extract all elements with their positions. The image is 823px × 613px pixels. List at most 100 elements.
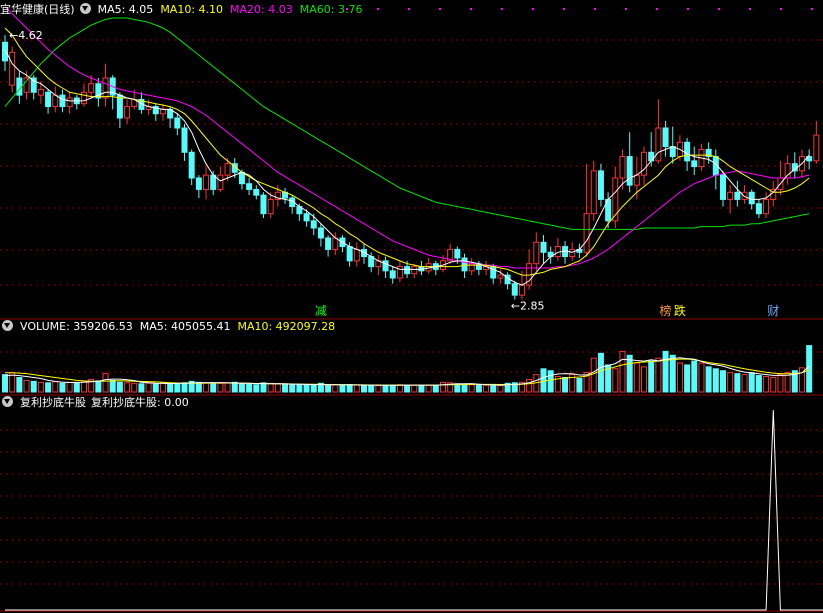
candle-body [238,171,245,185]
ma20-value: MA20: 4.03 [230,3,293,16]
candle-body [325,237,332,250]
marker-dot [594,8,596,10]
event-label-text: 榜 [660,303,672,318]
volume-bar [712,368,719,393]
volume-bar [404,384,411,393]
volume-bar [145,382,152,393]
volume-bar [16,377,23,393]
marker-dot [408,8,410,10]
volume-bar [131,382,138,393]
candlestick [432,260,439,276]
marker-dot [718,8,720,10]
ma10-value: MA10: 4.10 [160,3,224,16]
volume-ma10-value: MA10: 492097.28 [237,320,336,333]
indicator-pane[interactable] [5,409,823,611]
candlestick [52,86,59,113]
volume-bar [332,384,339,393]
candle-body [310,220,317,229]
volume-bar [181,382,188,393]
volume-bar [246,383,253,393]
volume-bar [389,384,396,393]
volume-bar [361,384,367,393]
candlestick [9,46,16,93]
candle-body [246,183,253,190]
candle-body [684,141,691,162]
indicator-header: 复利抄底牛股 复利抄底牛股: 0.00 [0,395,196,411]
marker-dot [749,8,751,10]
candle-body [569,248,576,258]
chevron-down-icon[interactable] [2,320,13,331]
ma5-line [4,49,810,286]
candlestick [282,188,289,204]
volume-bar [727,372,734,393]
candlestick [813,120,820,164]
candle-body [389,270,396,279]
candlestick [576,243,583,258]
volume-bar [439,381,446,393]
candle-body [260,194,267,215]
candlestick [382,256,389,278]
volume-bar [2,374,8,393]
stock-title: 宜华健康(日线) [0,3,75,16]
candle-body [619,156,626,179]
candle-body [497,274,504,279]
candle-body [303,213,310,222]
volume-bar [353,384,360,393]
candlestick [66,92,73,114]
candle-body [267,198,274,215]
volume-bar [116,381,123,393]
volume-bar [282,383,289,393]
price-pane[interactable]: ←4.62 ←2.85 减 榜跌 财 [2,6,820,318]
volume-bar [526,378,533,393]
ma60-line [4,17,810,230]
stock-chart-canvas[interactable]: ←4.62 ←2.85 减 榜跌 财 [0,0,823,613]
volume-bar [411,384,418,393]
candlestick [526,249,533,290]
volume-bar [167,383,174,393]
candle-body [763,198,770,215]
volume-bar [23,379,30,393]
volume-bar [748,372,755,393]
volume-bar [289,383,296,393]
candle-body [217,174,224,190]
volume-bar [66,381,73,393]
volume-bar [346,384,353,393]
candle-body [59,94,66,108]
volume-bar [296,384,303,393]
candle-body [597,170,604,200]
volume-bar [418,384,425,393]
candle-body [404,266,411,275]
candle-body [66,97,73,108]
candlestick [246,178,253,196]
candle-body [353,248,360,262]
candle-body [382,260,389,272]
candlestick [418,260,425,276]
candle-body [253,188,260,196]
candle-body [669,146,676,158]
high-price-label: ←4.62 [9,29,43,42]
volume-bar [52,381,59,393]
candle-body [518,284,525,296]
volume-bar [475,384,482,393]
marker-dot [532,8,534,10]
candle-body [203,174,210,190]
candle-body [813,134,820,162]
candlestick [124,99,131,124]
candlestick [203,166,210,200]
candlestick [45,89,52,114]
candlestick [188,149,195,186]
volume-bar [224,382,231,393]
volume-pane[interactable] [2,345,813,393]
candle-body [691,160,698,168]
chevron-down-icon[interactable] [79,3,91,14]
volume-bar [590,357,597,393]
candlestick [626,132,633,193]
volume-header: VOLUME: 359206.53 MA5: 405055.41 MA10: 492… [0,319,342,335]
candle-body [332,237,339,250]
volume-bar [325,384,332,393]
chevron-down-icon[interactable] [2,396,13,407]
candle-body [734,191,741,200]
candlestick [727,185,734,214]
volume-bar [80,380,87,393]
candle-body [741,191,748,200]
